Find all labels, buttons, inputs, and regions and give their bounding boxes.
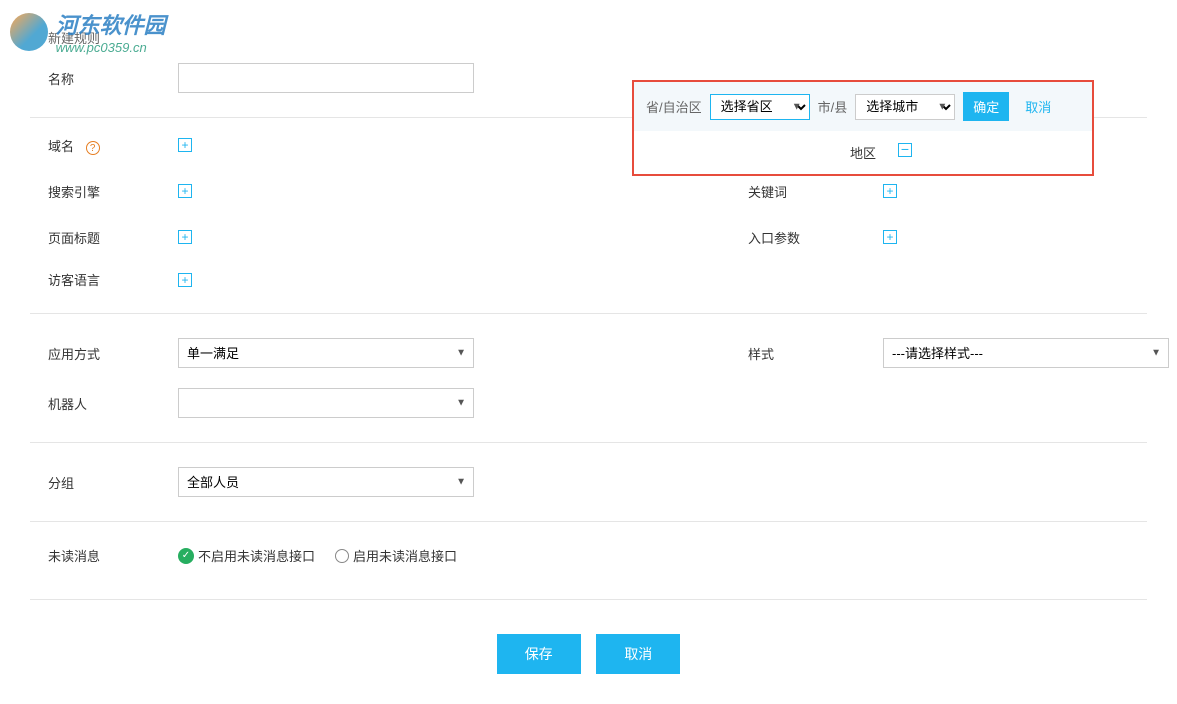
add-page-title-icon[interactable]: + xyxy=(178,230,192,244)
page-title: 新建规则 xyxy=(0,0,1177,47)
entry-param-label: 入口参数 xyxy=(748,228,883,247)
unread-enable-label: 启用未读消息接口 xyxy=(353,546,457,565)
add-domain-icon[interactable]: + xyxy=(178,138,192,152)
cancel-button[interactable]: 取消 xyxy=(596,634,680,674)
region-cancel-link[interactable]: 取消 xyxy=(1025,97,1051,116)
name-input[interactable] xyxy=(178,63,474,93)
apply-mode-label: 应用方式 xyxy=(48,344,178,363)
city-label: 市/县 xyxy=(818,97,848,116)
watermark-logo-icon xyxy=(10,13,48,51)
domain-label: 域名 ? xyxy=(48,136,178,155)
style-select[interactable]: ---请选择样式--- xyxy=(883,338,1169,368)
name-label: 名称 xyxy=(48,69,178,88)
region-popup: 省/自治区 选择省区 ▼ 市/县 选择城市 ▼ 确定 取消 地区 − xyxy=(632,80,1094,176)
keyword-label: 关键词 xyxy=(748,182,883,201)
unread-enable-radio[interactable]: 启用未读消息接口 xyxy=(335,546,457,565)
style-label: 样式 xyxy=(748,344,883,363)
robot-select[interactable] xyxy=(178,388,474,418)
unread-disable-radio[interactable]: ✓ 不启用未读消息接口 xyxy=(178,546,315,565)
add-search-engine-icon[interactable]: + xyxy=(178,184,192,198)
add-entry-param-icon[interactable]: + xyxy=(883,230,897,244)
region-body-label: 地区 xyxy=(850,146,876,161)
page-title-label: 页面标题 xyxy=(48,228,178,247)
remove-region-icon[interactable]: − xyxy=(898,143,912,157)
group-select[interactable]: 全部人员 xyxy=(178,467,474,497)
region-confirm-button[interactable]: 确定 xyxy=(963,92,1009,121)
province-label: 省/自治区 xyxy=(646,97,702,116)
unread-msg-label: 未读消息 xyxy=(48,546,178,565)
help-icon[interactable]: ? xyxy=(86,141,100,155)
radio-unchecked-icon xyxy=(335,549,349,563)
add-visitor-language-icon[interactable]: + xyxy=(178,273,192,287)
unread-disable-label: 不启用未读消息接口 xyxy=(198,546,315,565)
robot-label: 机器人 xyxy=(48,394,178,413)
radio-checked-icon: ✓ xyxy=(178,548,194,564)
province-select[interactable]: 选择省区 xyxy=(710,94,810,120)
save-button[interactable]: 保存 xyxy=(497,634,581,674)
group-label: 分组 xyxy=(48,473,178,492)
search-engine-label: 搜索引擎 xyxy=(48,182,178,201)
visitor-language-label: 访客语言 xyxy=(48,270,178,289)
watermark-title: 河东软件园 xyxy=(56,13,166,38)
watermark-url: www.pc0359.cn xyxy=(56,40,147,55)
add-keyword-icon[interactable]: + xyxy=(883,184,897,198)
watermark: 河东软件园 www.pc0359.cn xyxy=(10,8,166,55)
city-select[interactable]: 选择城市 xyxy=(855,94,955,120)
apply-mode-select[interactable]: 单一满足 xyxy=(178,338,474,368)
